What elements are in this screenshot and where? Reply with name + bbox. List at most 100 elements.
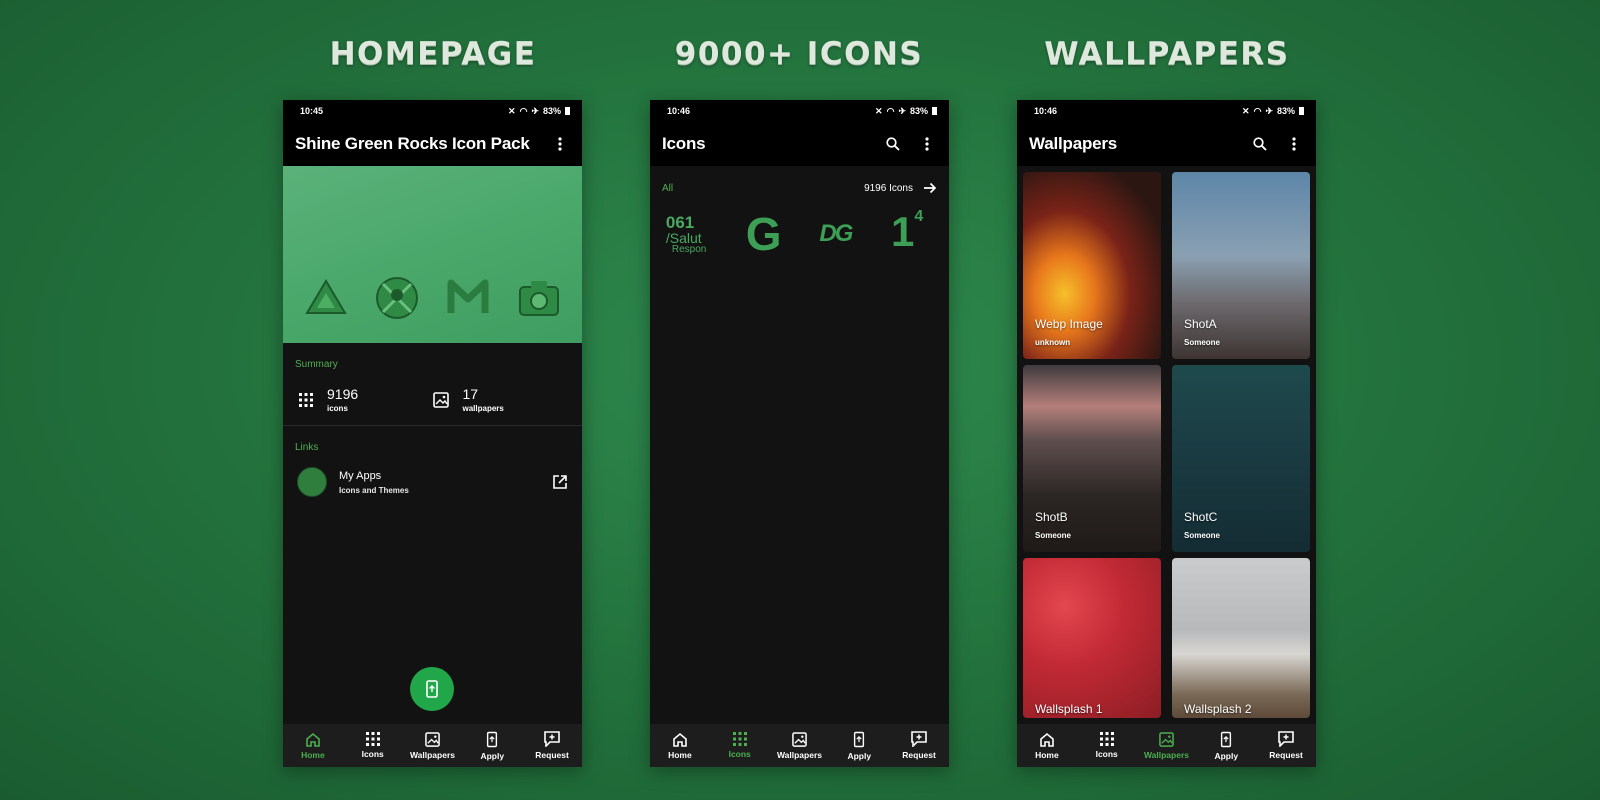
airplane-icon: ✈ [1265, 105, 1273, 116]
airplane-icon: ✈ [531, 105, 539, 116]
bottom-nav: Home Icons Wallpapers Apply Request [650, 724, 949, 767]
status-bar: 10:45 ✕ ◠ ✈ 83% [283, 100, 582, 122]
battery-percent: 83% [542, 106, 561, 116]
nav-icons-label: Icons [728, 749, 751, 759]
nav-icons-label: Icons [1095, 749, 1118, 759]
icons-count: 9196 Icons [864, 182, 913, 194]
page-title: Icons [662, 134, 706, 153]
nav-apply[interactable]: Apply [463, 731, 521, 761]
nav-icons[interactable]: Icons [344, 732, 402, 759]
banner-homepage: HOMEPAGE [329, 36, 537, 72]
apply-fab[interactable] [410, 667, 454, 711]
image-icon [792, 731, 807, 747]
more-options-icon[interactable] [917, 134, 937, 154]
banner-icons: 9000+ ICONS [674, 36, 924, 72]
wallpaper-title: ShotB [1035, 510, 1068, 524]
nav-wallpapers-label: Wallpapers [1143, 749, 1189, 760]
category-all[interactable]: All [662, 183, 673, 194]
app-title: Shine Green Rocks Icon Pack [295, 134, 530, 153]
bottom-nav: Home Icons Wallpapers Apply Request [1017, 724, 1316, 767]
icon-preview-dg[interactable]: DG [809, 208, 861, 260]
phone-icons: 10:46 ✕ ◠ ✈ 83% Icons All 9196 Icons 061 [650, 100, 949, 767]
wallpapers-count: 17 [462, 386, 479, 402]
request-icon [911, 731, 927, 747]
nav-wallpapers-label: Wallpapers [776, 749, 822, 760]
icons-summary[interactable]: 9196 icons [299, 386, 433, 413]
wallpapers-count-label: wallpapers [462, 404, 504, 413]
icon-preview-clock[interactable]: 061 /Salut Respon [666, 208, 718, 260]
nav-icons-label: Icons [361, 749, 384, 759]
summary-label: Summary [295, 359, 338, 370]
apply-icon [487, 731, 498, 747]
wallpaper-card[interactable]: Webp Image unknown [1023, 172, 1161, 359]
my-apps-link[interactable]: My Apps Icons and Themes [283, 453, 582, 497]
wallpaper-title: Wallsplash 2 [1184, 702, 1252, 716]
apply-icon [854, 731, 865, 747]
app-avatar [297, 467, 327, 497]
wallpaper-card[interactable]: Wallsplash 2 [1172, 558, 1310, 718]
wallpaper-author: Someone [1184, 531, 1221, 540]
drive-icon[interactable] [303, 275, 349, 321]
nav-apply[interactable]: Apply [1197, 731, 1255, 761]
page-title: Wallpapers [1029, 134, 1118, 153]
nav-home[interactable]: Home [1018, 732, 1076, 760]
icons-count-link[interactable]: 9196 Icons [864, 182, 937, 194]
wallpapers-summary[interactable]: 17 wallpapers [432, 386, 567, 413]
more-options-icon[interactable] [550, 134, 570, 154]
status-bar: 10:46 ✕ ◠ ✈ 83% [1017, 100, 1316, 122]
search-icon[interactable] [1250, 134, 1270, 154]
nav-home-label: Home [1035, 749, 1059, 760]
more-options-icon[interactable] [1284, 134, 1304, 154]
wallpaper-card[interactable]: ShotB Someone [1023, 365, 1161, 552]
image-icon [425, 731, 440, 747]
wallpaper-author: unknown [1035, 338, 1071, 347]
bottom-nav: Home Icons Wallpapers Apply Request [283, 724, 582, 767]
nav-home[interactable]: Home [284, 732, 342, 760]
links-label: Links [295, 442, 319, 453]
nav-wallpapers[interactable]: Wallpapers [1137, 731, 1195, 760]
nav-apply[interactable]: Apply [830, 731, 888, 761]
search-icon[interactable] [883, 134, 903, 154]
home-icon [306, 732, 320, 747]
open-external-icon[interactable] [552, 474, 568, 490]
wifi-icon: ◠ [886, 105, 895, 116]
image-icon [432, 391, 449, 408]
home-icon [673, 732, 687, 747]
battery-icon [1299, 107, 1304, 115]
banner-wallpapers: WALLPAPERS [1044, 36, 1290, 72]
phone-homepage: 10:45 ✕ ◠ ✈ 83% Shine Green Rocks Icon P… [283, 100, 582, 767]
nav-wallpapers[interactable]: Wallpapers [403, 731, 461, 760]
nav-request-label: Request [1269, 750, 1303, 760]
battery-percent: 83% [1276, 106, 1295, 116]
icons-count-label: icons [327, 404, 348, 413]
nav-home[interactable]: Home [651, 732, 709, 760]
icon-preview-google[interactable]: G [738, 208, 790, 260]
icon-text-one: 1 [890, 208, 915, 255]
wallpaper-card[interactable]: ShotA Someone [1172, 172, 1310, 359]
grid-icon [365, 732, 380, 746]
nav-icons[interactable]: Icons [1078, 732, 1136, 759]
nav-request[interactable]: Request [523, 731, 581, 760]
wallpaper-author: Someone [1184, 338, 1221, 347]
battery-icon [565, 107, 570, 115]
nav-request[interactable]: Request [890, 731, 948, 760]
wallpaper-title: Webp Image [1035, 317, 1103, 331]
nav-wallpapers[interactable]: Wallpapers [770, 731, 828, 760]
nav-apply-label: Apply [1214, 750, 1239, 761]
link-subtitle: Icons and Themes [339, 485, 409, 495]
battery-icon [932, 107, 937, 115]
maps-icon[interactable] [374, 275, 420, 321]
status-time: 10:45 [300, 106, 324, 116]
wallpaper-title: Wallsplash 1 [1035, 702, 1103, 716]
header-banner [283, 166, 582, 343]
icon-preview-one[interactable]: 1 4 [881, 208, 933, 260]
wallpaper-card[interactable]: Wallsplash 1 [1023, 558, 1161, 718]
nav-request[interactable]: Request [1257, 731, 1315, 760]
link-title: My Apps [339, 469, 382, 482]
wifi-icon: ◠ [519, 105, 528, 116]
nav-home-label: Home [668, 749, 692, 760]
nav-icons[interactable]: Icons [711, 732, 769, 759]
gmail-icon[interactable] [445, 275, 491, 321]
camera-icon[interactable] [516, 275, 562, 321]
wallpaper-card[interactable]: ShotC Someone [1172, 365, 1310, 552]
